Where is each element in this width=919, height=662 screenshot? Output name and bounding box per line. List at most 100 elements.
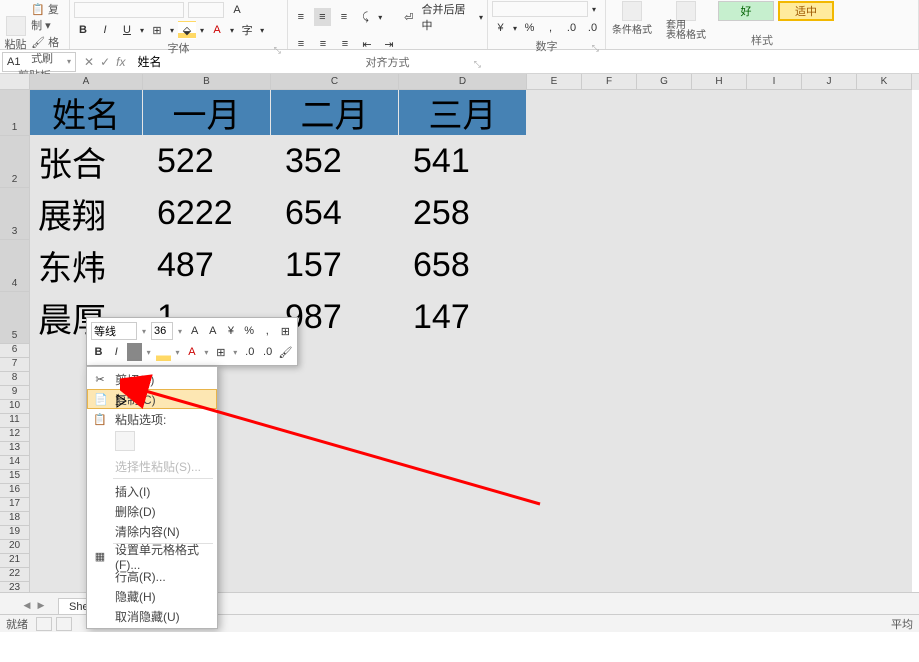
row-header-8[interactable]: 8 — [0, 372, 30, 386]
mini-inc-decimal-icon[interactable]: .0 — [260, 343, 275, 361]
mini-dec-decimal-icon[interactable]: .0 — [242, 343, 257, 361]
empty-cell[interactable] — [637, 526, 692, 540]
empty-cell[interactable] — [857, 540, 912, 554]
header-cell[interactable]: 一月 — [143, 90, 271, 136]
empty-cell[interactable] — [802, 470, 857, 484]
empty-cell[interactable] — [637, 540, 692, 554]
empty-cell[interactable] — [527, 188, 582, 240]
empty-cell[interactable] — [527, 240, 582, 292]
row-header-6[interactable]: 6 — [0, 344, 30, 358]
select-all-corner[interactable] — [0, 74, 30, 90]
col-header-I[interactable]: I — [747, 74, 802, 90]
align-top-button[interactable]: ≡ — [292, 8, 310, 26]
empty-cell[interactable] — [637, 372, 692, 386]
empty-cell[interactable] — [582, 442, 637, 456]
data-cell[interactable]: 541 — [399, 136, 527, 188]
row-header-18[interactable]: 18 — [0, 512, 30, 526]
empty-cell[interactable] — [857, 442, 912, 456]
empty-cell[interactable] — [637, 456, 692, 470]
empty-cell[interactable] — [582, 470, 637, 484]
merge-button[interactable]: 合并后居中 — [422, 1, 475, 33]
empty-cell[interactable] — [527, 456, 582, 470]
empty-cell[interactable] — [747, 554, 802, 568]
empty-cell[interactable] — [692, 470, 747, 484]
empty-cell[interactable] — [582, 512, 637, 526]
empty-cell[interactable] — [857, 400, 912, 414]
col-header-K[interactable]: K — [857, 74, 912, 90]
empty-cell[interactable] — [692, 512, 747, 526]
tab-nav-first[interactable]: ◀ — [20, 596, 34, 614]
empty-cell[interactable] — [637, 400, 692, 414]
empty-cell[interactable] — [802, 428, 857, 442]
empty-cell[interactable] — [582, 372, 637, 386]
empty-cell[interactable] — [637, 512, 692, 526]
empty-cell[interactable] — [692, 400, 747, 414]
col-header-E[interactable]: E — [527, 74, 582, 90]
bold-button[interactable]: B — [74, 21, 92, 39]
empty-cell[interactable] — [802, 512, 857, 526]
data-cell[interactable]: 658 — [399, 240, 527, 292]
empty-cell[interactable] — [637, 240, 692, 292]
empty-cell[interactable] — [637, 428, 692, 442]
empty-cell[interactable] — [747, 526, 802, 540]
empty-cell[interactable] — [637, 414, 692, 428]
empty-cell[interactable] — [527, 568, 582, 582]
empty-cell[interactable] — [582, 188, 637, 240]
empty-cell[interactable] — [747, 442, 802, 456]
ctx-delete[interactable]: 删除(D) — [87, 501, 217, 521]
empty-cell[interactable] — [747, 90, 802, 136]
empty-cell[interactable] — [271, 470, 399, 484]
tab-nav-prev[interactable]: ▶ — [34, 596, 48, 614]
empty-cell[interactable] — [692, 386, 747, 400]
empty-cell[interactable] — [271, 526, 399, 540]
empty-cell[interactable] — [582, 498, 637, 512]
empty-cell[interactable] — [747, 428, 802, 442]
style-good[interactable]: 好 — [718, 1, 774, 21]
data-cell[interactable]: 147 — [399, 292, 527, 344]
data-cell[interactable]: 张合 — [30, 136, 143, 188]
empty-cell[interactable] — [857, 456, 912, 470]
empty-cell[interactable] — [527, 386, 582, 400]
empty-cell[interactable] — [582, 90, 637, 136]
empty-cell[interactable] — [582, 554, 637, 568]
data-cell[interactable]: 258 — [399, 188, 527, 240]
empty-cell[interactable] — [857, 240, 912, 292]
ctx-copy[interactable]: 📄复制(C) — [87, 389, 217, 409]
view-normal-icon[interactable] — [36, 617, 52, 631]
increase-font-button[interactable]: A — [228, 1, 246, 19]
row-header-13[interactable]: 13 — [0, 442, 30, 456]
mini-fill2-icon[interactable] — [156, 343, 171, 361]
mini-fill-icon[interactable] — [127, 343, 142, 361]
inc-decimal-button[interactable]: .0 — [563, 19, 580, 37]
empty-cell[interactable] — [637, 498, 692, 512]
mini-bold-icon[interactable]: B — [91, 343, 106, 361]
empty-cell[interactable] — [747, 188, 802, 240]
style-selected[interactable]: 适中 — [778, 1, 834, 21]
mini-italic-icon[interactable]: I — [109, 343, 124, 361]
empty-cell[interactable] — [399, 526, 527, 540]
empty-cell[interactable] — [637, 484, 692, 498]
empty-cell[interactable] — [527, 358, 582, 372]
empty-cell[interactable] — [527, 372, 582, 386]
empty-cell[interactable] — [747, 386, 802, 400]
row-header-1[interactable]: 1 — [0, 90, 30, 136]
empty-cell[interactable] — [527, 470, 582, 484]
ctx-cut[interactable]: ✂剪切(T) — [87, 369, 217, 389]
percent-button[interactable]: % — [521, 19, 538, 37]
empty-cell[interactable] — [399, 470, 527, 484]
empty-cell[interactable] — [857, 386, 912, 400]
empty-cell[interactable] — [399, 568, 527, 582]
empty-cell[interactable] — [271, 372, 399, 386]
ctx-format[interactable]: ▦设置单元格格式(F)... — [87, 546, 217, 566]
empty-cell[interactable] — [857, 372, 912, 386]
empty-cell[interactable] — [747, 400, 802, 414]
empty-cell[interactable] — [802, 456, 857, 470]
mini-dec-font-icon[interactable]: A — [205, 322, 220, 340]
empty-cell[interactable] — [802, 372, 857, 386]
comma-button[interactable]: , — [542, 19, 559, 37]
empty-cell[interactable] — [527, 344, 582, 358]
empty-cell[interactable] — [271, 414, 399, 428]
empty-cell[interactable] — [802, 400, 857, 414]
empty-cell[interactable] — [582, 484, 637, 498]
row-header-12[interactable]: 12 — [0, 428, 30, 442]
